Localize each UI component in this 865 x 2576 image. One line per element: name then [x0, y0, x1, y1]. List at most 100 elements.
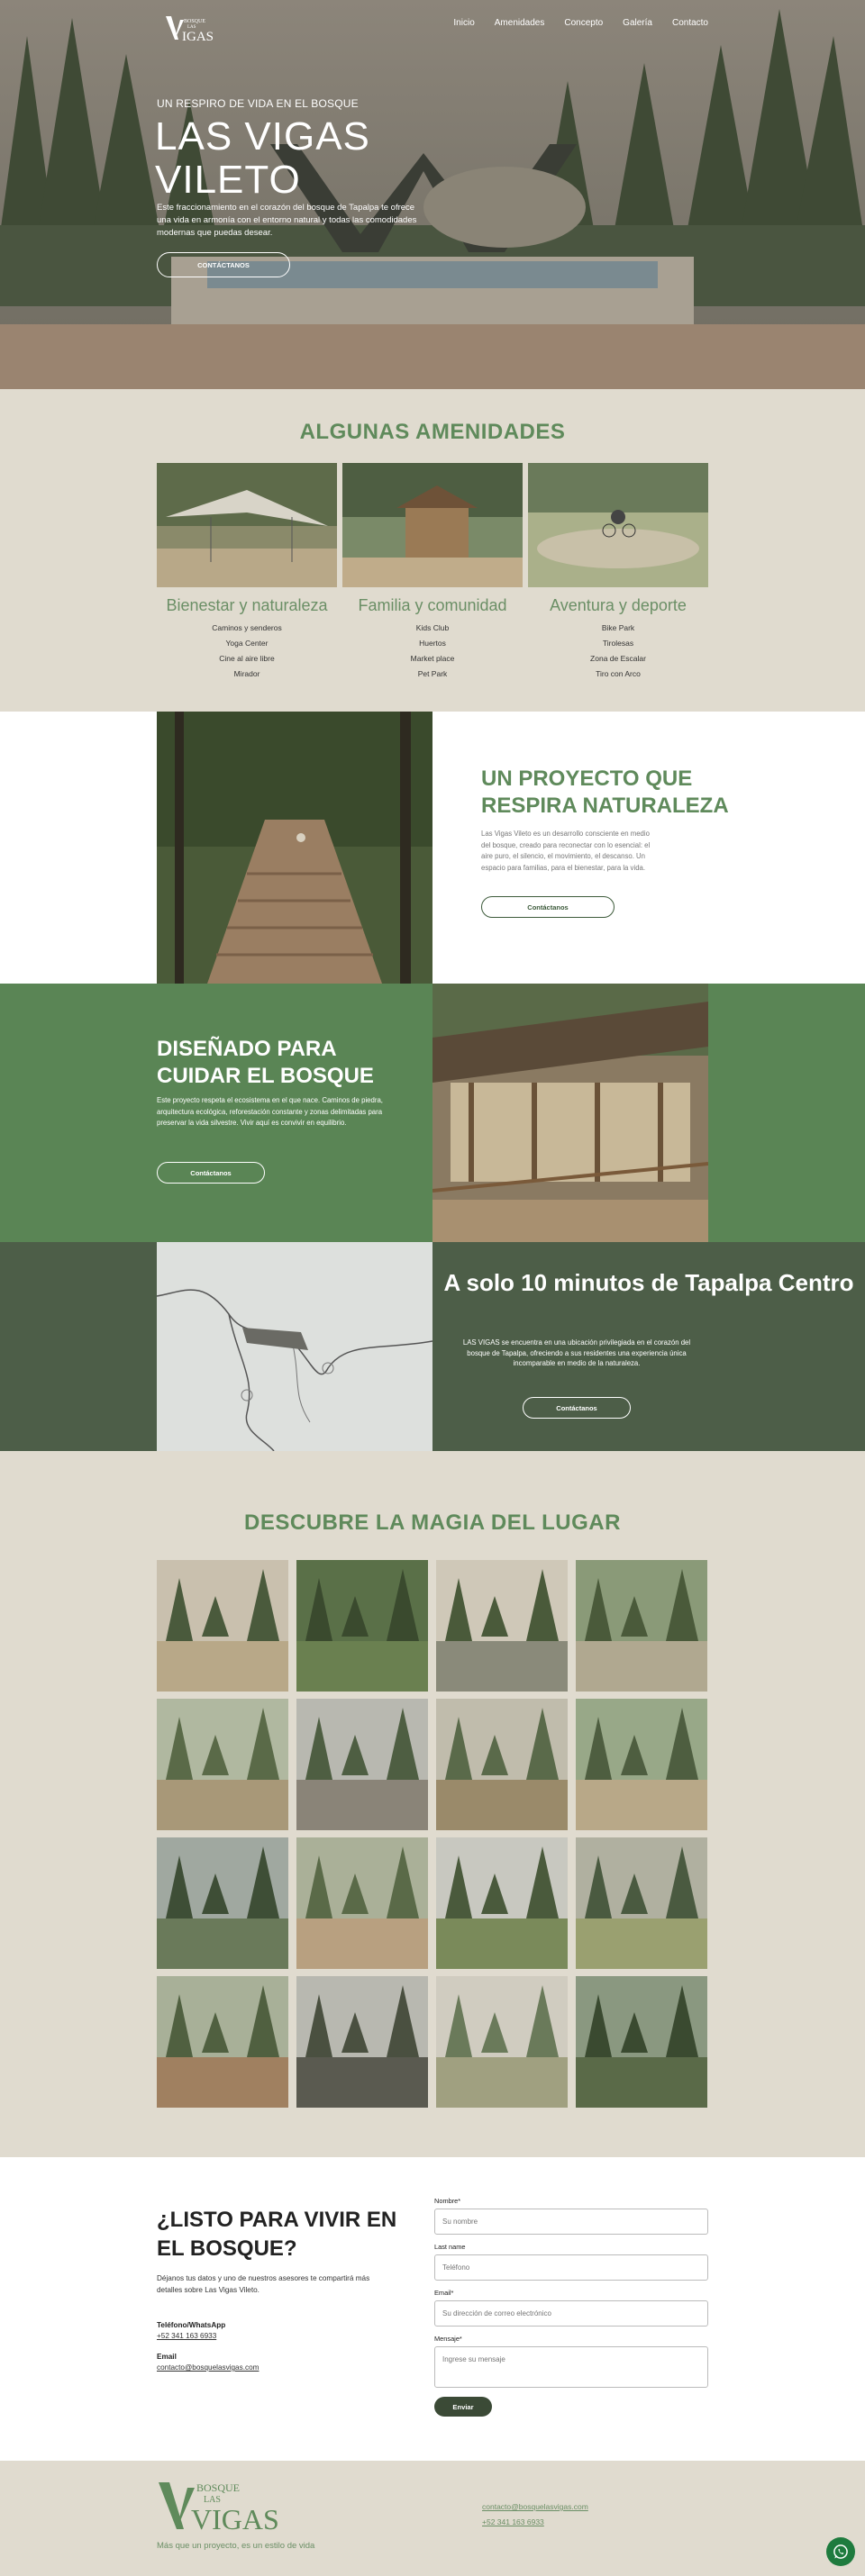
name-field[interactable]	[434, 2209, 708, 2235]
gallery-image[interactable]	[576, 1837, 707, 1969]
hero-kicker: UN RESPIRO DE VIDA EN EL BOSQUE	[157, 97, 359, 110]
location-map-image	[157, 1242, 432, 1451]
amenity-image-adventure	[528, 463, 708, 587]
design-contact-button[interactable]: Contáctanos	[157, 1162, 265, 1184]
phone-link[interactable]: +52 341 163 6933	[157, 2332, 216, 2340]
email-field-label: Email*	[434, 2289, 454, 2297]
gallery-image-render	[296, 1837, 428, 1969]
email-label: Email	[157, 2353, 177, 2361]
gallery-image-render	[157, 1560, 288, 1692]
location-contact-button[interactable]: Contáctanos	[523, 1397, 631, 1419]
footer-logo-word-3: VIGAS	[191, 2503, 279, 2533]
gallery-image[interactable]	[296, 1976, 428, 2108]
gallery-image-render	[157, 1976, 288, 2108]
nav-link-concepto[interactable]: Concepto	[564, 18, 603, 28]
hero-title-line1: LAS VIGAS	[155, 114, 370, 159]
amenity-item: Mirador	[233, 669, 260, 678]
amenity-title-adventure: Aventura y deporte	[550, 596, 687, 614]
whatsapp-button[interactable]	[826, 2537, 855, 2566]
amenity-item: Bike Park	[601, 623, 635, 632]
amenity-column-adventure: Aventura y deporte Bike Park Tirolesas Z…	[528, 596, 708, 682]
phone-label: Teléfono/WhatsApp	[157, 2321, 226, 2329]
submit-button[interactable]: Enviar	[434, 2397, 492, 2417]
gallery-image[interactable]	[157, 1560, 288, 1692]
design-section: DISEÑADO PARA CUIDAR EL BOSQUE Este proy…	[0, 984, 865, 1242]
amenity-item: Caminos y senderos	[212, 623, 282, 632]
hero-description: Este fraccionamiento en el corazón del b…	[157, 203, 417, 238]
nav-link-amenidades[interactable]: Amenidades	[495, 18, 545, 28]
amenity-item: Tiro con Arco	[596, 669, 641, 678]
contact-section: ¿LISTO PARA VIVIR EN EL BOSQUE? Déjanos …	[0, 2157, 865, 2461]
amenities-title: ALGUNAS AMENIDADES	[299, 420, 566, 444]
location-section: A solo 10 minutos de Tapalpa Centro LAS …	[0, 1242, 865, 1451]
gallery-image[interactable]	[157, 1837, 288, 1969]
amenities-section: ALGUNAS AMENIDADES Bienestar y naturalez…	[0, 389, 865, 712]
gallery-image[interactable]	[296, 1560, 428, 1692]
message-field[interactable]	[434, 2346, 708, 2388]
hero-contact-button[interactable]: CONTÁCTANOS	[157, 252, 290, 277]
amenity-item: Market place	[410, 654, 455, 663]
name-label: Nombre*	[434, 2197, 461, 2205]
amenity-item: Zona de Escalar	[590, 654, 646, 663]
footer-phone-link[interactable]: +52 341 163 6933	[482, 2517, 544, 2526]
email-link[interactable]: contacto@bosquelasvigas.com	[157, 2363, 259, 2372]
contact-title: ¿LISTO PARA VIVIR EN EL BOSQUE?	[157, 2208, 397, 2261]
gallery-image-render	[576, 1560, 707, 1692]
forest-path-image	[157, 712, 432, 984]
design-description: Este proyecto respeta el ecosistema en e…	[157, 1096, 383, 1127]
gallery-image[interactable]	[576, 1976, 707, 2108]
amenity-item: Yoga Center	[225, 639, 269, 648]
gallery-image[interactable]	[296, 1837, 428, 1969]
gallery-image[interactable]	[436, 1976, 568, 2108]
amenity-image-wellness	[157, 463, 337, 587]
gallery-image-render	[576, 1837, 707, 1969]
gallery-image[interactable]	[157, 1699, 288, 1830]
logo-mark-icon: BOSQUE LAS IGAS	[166, 16, 214, 44]
amenity-item: Cine al aire libre	[219, 654, 275, 663]
amenity-title-wellness: Bienestar y naturaleza	[166, 596, 328, 614]
gallery-section: DESCUBRE LA MAGIA DEL LUGAR	[0, 1451, 865, 2157]
gallery-image-render	[436, 1976, 568, 2108]
gallery-image[interactable]	[436, 1699, 568, 1830]
last-name-label: Last name	[434, 2243, 466, 2251]
project-contact-button[interactable]: Contáctanos	[481, 896, 615, 918]
footer: BOSQUE LAS VIGAS Más que un proyecto, es…	[0, 2461, 865, 2576]
gallery-image[interactable]	[576, 1560, 707, 1692]
hero-title-line2: VILETO	[155, 158, 301, 202]
nav-link-galeria[interactable]: Galería	[623, 18, 652, 28]
gallery-image[interactable]	[436, 1560, 568, 1692]
footer-logo[interactable]: BOSQUE LAS VIGAS	[157, 2479, 292, 2533]
stable-architecture-image	[432, 984, 708, 1242]
top-navigation: BOSQUE LAS IGAS Inicio Amenidades Concep…	[157, 13, 708, 44]
nav-link-contacto[interactable]: Contacto	[672, 18, 708, 28]
phone-field[interactable]	[434, 2254, 708, 2281]
amenity-title-family: Familia y comunidad	[358, 596, 507, 614]
gallery-image[interactable]	[296, 1699, 428, 1830]
amenity-item: Kids Club	[415, 623, 450, 632]
gallery-image[interactable]	[157, 1976, 288, 2108]
amenity-column-wellness: Bienestar y naturaleza Caminos y sendero…	[157, 596, 337, 682]
gallery-image-render	[157, 1837, 288, 1969]
svg-text:BOSQUE: BOSQUE	[184, 19, 205, 24]
nav-links: Inicio Amenidades Concepto Galería Conta…	[433, 18, 708, 28]
project-section: UN PROYECTO QUE RESPIRA NATURALEZA Las V…	[0, 712, 865, 984]
gallery-image-render	[576, 1699, 707, 1830]
hero-title: LAS VIGAS VILETO	[155, 115, 370, 202]
footer-tagline: Más que un proyecto, es un estilo de vid…	[157, 2541, 315, 2551]
site-logo[interactable]: BOSQUE LAS IGAS	[164, 13, 227, 44]
gallery-image-render	[436, 1699, 568, 1830]
gallery-image[interactable]	[436, 1837, 568, 1969]
gallery-image[interactable]	[576, 1699, 707, 1830]
hero-section: BOSQUE LAS IGAS Inicio Amenidades Concep…	[0, 0, 865, 389]
gallery-image-render	[436, 1837, 568, 1969]
amenity-column-family: Familia y comunidad Kids Club Huertos Ma…	[342, 596, 523, 682]
nav-link-inicio[interactable]: Inicio	[453, 18, 474, 28]
footer-email-link[interactable]: contacto@bosquelasvigas.com	[482, 2502, 588, 2511]
contact-description: Déjanos tus datos y uno de nuestros ases…	[157, 2274, 370, 2294]
gallery-image-render	[296, 1699, 428, 1830]
amenity-item: Huertos	[419, 639, 446, 648]
footer-logo-word-1: BOSQUE	[196, 2481, 240, 2494]
project-description: Las Vigas Vileto es un desarrollo consci…	[481, 830, 651, 872]
gallery-grid	[157, 1560, 708, 2108]
email-field[interactable]	[434, 2300, 708, 2327]
